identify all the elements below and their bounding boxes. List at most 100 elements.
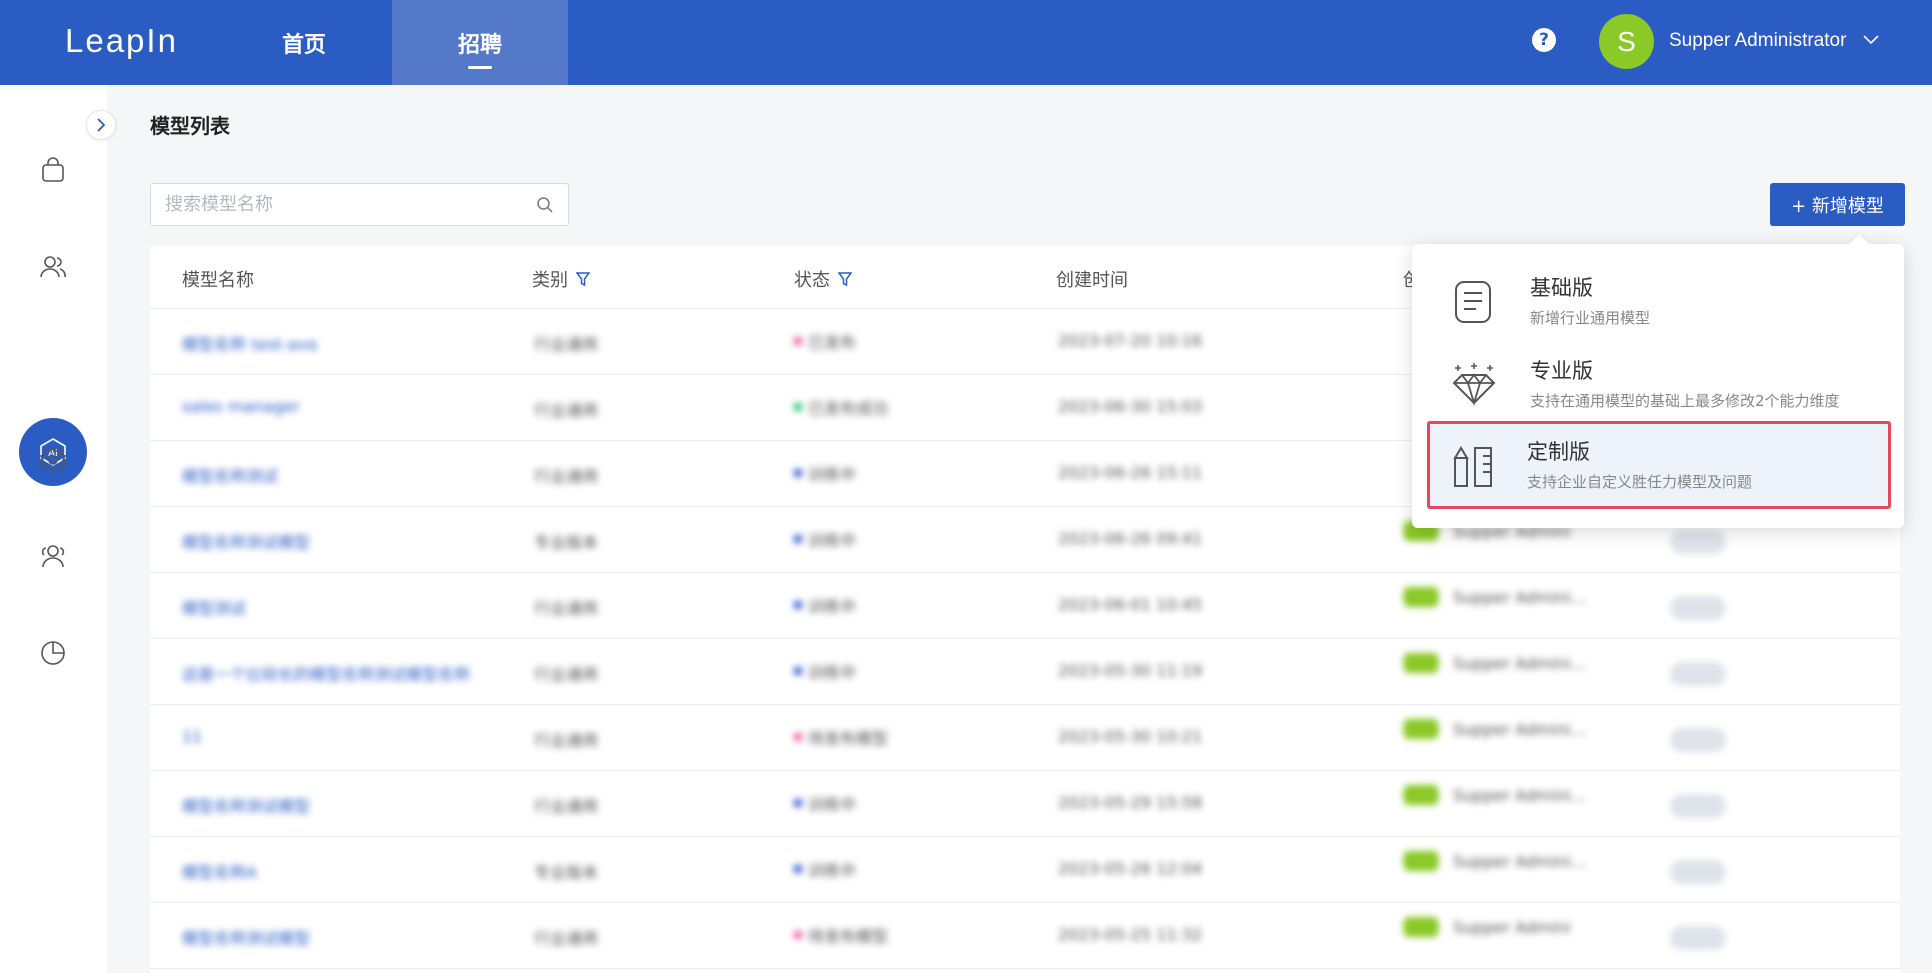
- diamond-icon: [1452, 363, 1496, 407]
- status-toggle[interactable]: [1670, 860, 1726, 884]
- status-text: 待发布模型: [808, 729, 889, 747]
- filter-icon[interactable]: [838, 271, 852, 287]
- status-toggle[interactable]: [1670, 794, 1726, 818]
- status-toggle[interactable]: [1670, 662, 1726, 686]
- created-time: 2023-05-30 11:19: [1058, 661, 1203, 680]
- add-model-button[interactable]: + 新增模型: [1770, 183, 1905, 226]
- document-icon: [1455, 281, 1491, 323]
- created-time: 2023-06-26 09:41: [1058, 529, 1203, 548]
- status-text: 训练中: [808, 465, 857, 483]
- app-logo[interactable]: LeapIn: [65, 22, 178, 60]
- column-header-type[interactable]: 类别: [532, 266, 590, 292]
- table-row[interactable]: 模型名称A 专业版本 训练中 2023-05-26 12:04 Supper Admin…: [150, 837, 1900, 903]
- team-icon[interactable]: [38, 541, 68, 571]
- nav-home[interactable]: 首页: [216, 0, 392, 85]
- custom-icon: [1453, 446, 1492, 487]
- creator: Supper Admini...: [1403, 719, 1586, 739]
- model-type: 行业通用: [534, 467, 599, 483]
- bag-icon[interactable]: [38, 155, 68, 185]
- status-badge: 待发布模型: [794, 925, 888, 945]
- column-header-status[interactable]: 状态: [794, 266, 852, 292]
- status-dot: [794, 733, 802, 741]
- table-row[interactable]: 这是一个比较长的模型名称测试模型名称 行业通用 训练中 2023-05-30 11:1…: [150, 639, 1900, 705]
- dropdown-item-title: 定制版: [1527, 440, 1590, 464]
- dropdown-item-title: 专业版: [1530, 359, 1593, 383]
- status-dot: [794, 799, 802, 807]
- model-type: 行业通用: [534, 665, 599, 681]
- users-icon[interactable]: [38, 252, 68, 282]
- model-name-link[interactable]: 11: [182, 727, 482, 747]
- dropdown-item-custom[interactable]: 定制版 支持企业自定义胜任力模型及问题: [1427, 421, 1891, 509]
- status-text: 待发布模型: [808, 927, 889, 945]
- model-type: 行业通用: [534, 797, 599, 813]
- created-time: 2023-05-26 12:04: [1058, 859, 1203, 878]
- created-time: 2023-05-29 15:58: [1058, 793, 1203, 812]
- search-icon[interactable]: [536, 196, 554, 214]
- table-row[interactable]: 模型测试 行业通用 训练中 2023-06-01 10:45 Supper Admini…: [150, 573, 1900, 639]
- model-name-link[interactable]: 模型名称 test-avg: [182, 331, 482, 351]
- status-badge: 训练中: [794, 859, 856, 879]
- sidebar: AI: [0, 85, 107, 973]
- settings-icon[interactable]: [38, 445, 68, 475]
- model-name-link[interactable]: 模型名称测试模型: [182, 925, 482, 945]
- status-badge: 训练中: [794, 463, 856, 483]
- search-input[interactable]: [165, 184, 525, 225]
- created-time: 2023-06-26 15:11: [1058, 463, 1203, 482]
- add-model-dropdown: 基础版 新增行业通用模型 专业版 支持在通用模型的基础上最多修改2个能力维度 定…: [1412, 244, 1904, 528]
- chevron-right-icon: [97, 118, 106, 132]
- status-text: 训练中: [808, 531, 857, 549]
- creator: Supper Admini...: [1403, 587, 1586, 607]
- status-dot: [794, 931, 802, 939]
- user-name[interactable]: Supper Administrator: [1669, 30, 1846, 52]
- page-title: 模型列表: [150, 114, 230, 138]
- creator-avatar: [1403, 719, 1439, 739]
- active-tab-indicator: [468, 66, 492, 69]
- dropdown-item-basic[interactable]: 基础版 新增行业通用模型: [1430, 260, 1888, 342]
- model-name-link[interactable]: 这是一个比较长的模型名称测试模型名称: [182, 661, 482, 681]
- creator-avatar: [1403, 653, 1439, 673]
- creator-name: Supper Admini: [1453, 917, 1571, 937]
- table-row[interactable]: 11 行业通用 待发布模型 2023-05-30 10:21 Supper Admini…: [150, 705, 1900, 771]
- user-avatar[interactable]: S: [1599, 14, 1654, 69]
- model-name-link[interactable]: 模型名称测试: [182, 463, 482, 483]
- pie-chart-icon[interactable]: [38, 637, 68, 667]
- dropdown-item-title: 基础版: [1530, 276, 1593, 300]
- status-text: 已发布: [808, 333, 857, 351]
- model-name-link[interactable]: 模型名称测试模型: [182, 793, 482, 813]
- filter-icon[interactable]: [576, 271, 590, 287]
- status-toggle[interactable]: [1670, 596, 1726, 620]
- dropdown-item-desc: 支持企业自定义胜任力模型及问题: [1527, 473, 1753, 491]
- status-badge: 待发布模型: [794, 727, 888, 747]
- creator-avatar: [1403, 851, 1439, 871]
- model-type: 专业版本: [534, 533, 599, 549]
- chevron-down-icon[interactable]: [1861, 30, 1881, 50]
- created-time: 2023-05-25 11:32: [1058, 925, 1203, 944]
- model-name-link[interactable]: 模型名称测试模型: [182, 529, 482, 549]
- dropdown-item-professional[interactable]: 专业版 支持在通用模型的基础上最多修改2个能力维度: [1430, 343, 1888, 425]
- status-toggle[interactable]: [1670, 728, 1726, 752]
- table-row[interactable]: 模型名称测试模型 行业通用 训练中 2023-05-29 15:58 Supper Ad…: [150, 771, 1900, 837]
- model-name-link[interactable]: 模型测试: [182, 595, 482, 615]
- table-row[interactable]: 模型名称测试模型 行业通用 待发布模型 2023-05-25 11:32 Supper …: [150, 903, 1900, 969]
- model-type: 行业通用: [534, 929, 599, 945]
- dropdown-item-desc: 支持在通用模型的基础上最多修改2个能力维度: [1530, 392, 1840, 410]
- search-field[interactable]: [150, 183, 569, 226]
- status-dot: [794, 865, 802, 873]
- created-time: 2023-06-30 15:03: [1058, 397, 1203, 416]
- model-name-link[interactable]: sales manager: [182, 397, 482, 417]
- created-time: 2023-05-30 10:21: [1058, 727, 1203, 746]
- status-badge: 已发布成功: [794, 397, 888, 417]
- nav-recruit[interactable]: 招聘: [392, 0, 568, 85]
- creator-name: Supper Admini...: [1453, 785, 1586, 805]
- sidebar-collapse-button[interactable]: [86, 110, 116, 140]
- status-toggle[interactable]: [1670, 530, 1726, 554]
- status-text: 训练中: [808, 663, 857, 681]
- model-name-link[interactable]: 模型名称A: [182, 859, 482, 879]
- help-icon[interactable]: ?: [1532, 28, 1556, 52]
- status-badge: 训练中: [794, 661, 856, 681]
- status-dot: [794, 601, 802, 609]
- creator: Supper Admini...: [1403, 653, 1586, 673]
- creator-name: Supper Admini...: [1453, 653, 1586, 673]
- created-time: 2023-06-01 10:45: [1058, 595, 1203, 614]
- status-toggle[interactable]: [1670, 926, 1726, 950]
